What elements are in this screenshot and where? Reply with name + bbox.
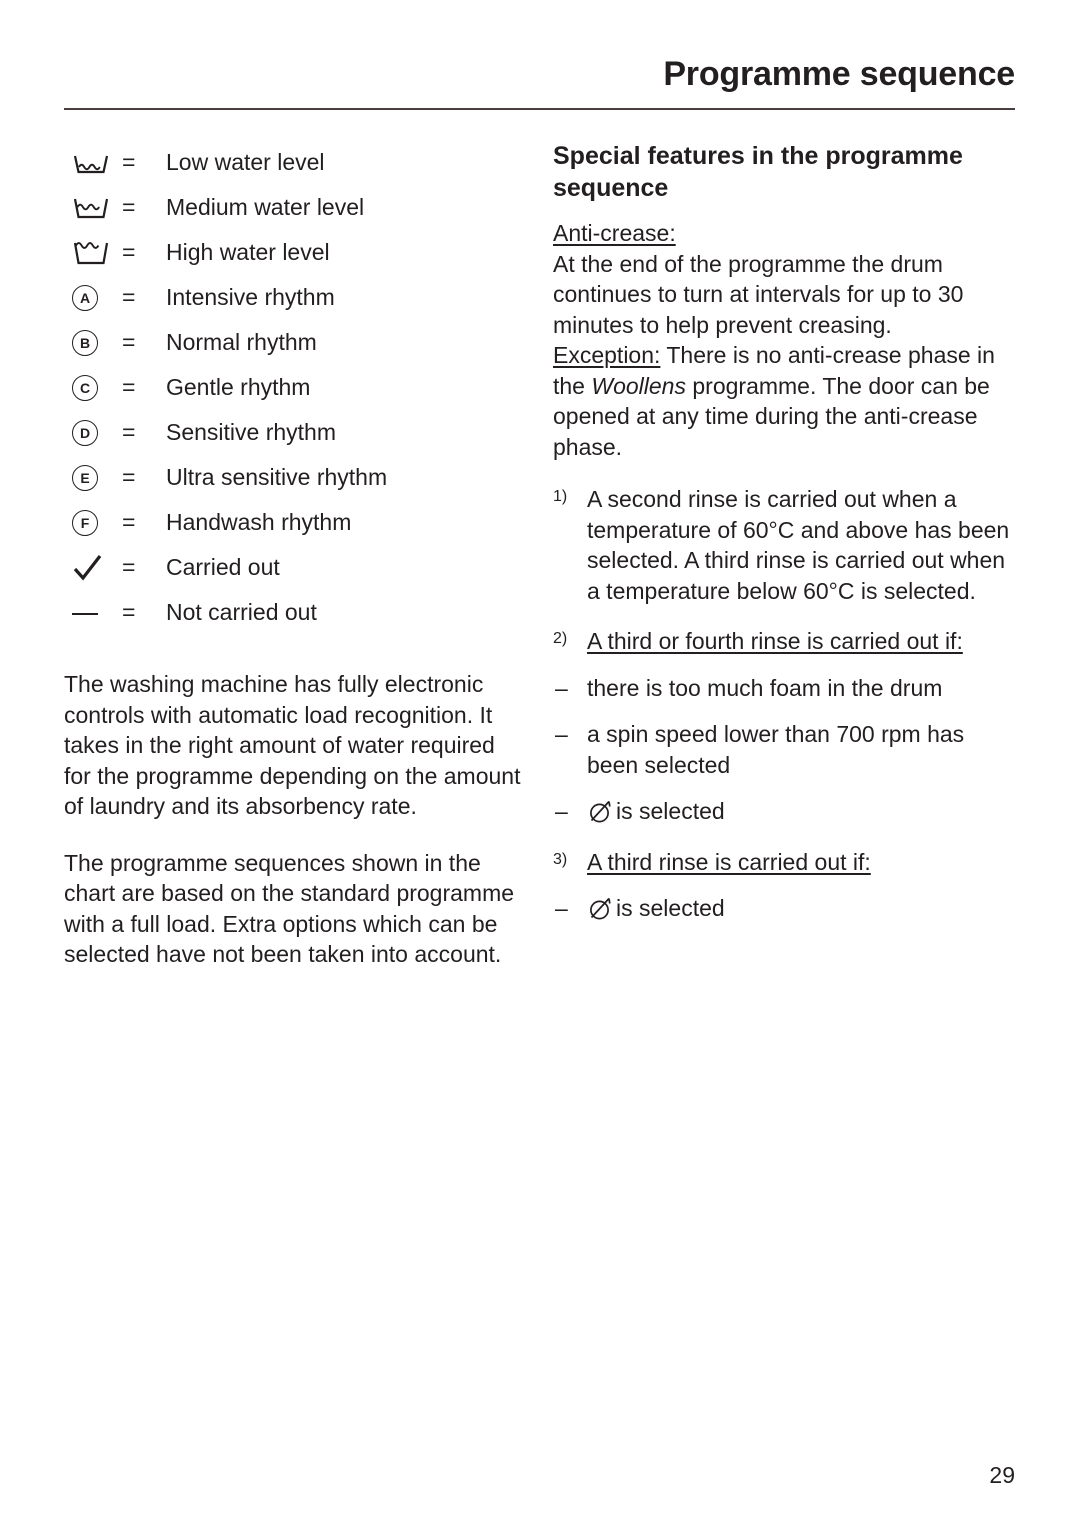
bullet-text: there is too much foam in the drum (587, 674, 943, 701)
circled-letter-a-icon: A (64, 284, 122, 311)
left-paragraph-1: The washing machine has fully electronic… (64, 671, 521, 819)
legend-row: C = Gentle rhythm (64, 365, 526, 410)
footnote-2-bullet: – there is too much foam in the drum (553, 673, 1015, 704)
footnote-marker: 1) (553, 488, 568, 505)
section-heading: Special features in the programme sequen… (553, 142, 963, 202)
legend-label: Carried out (166, 554, 280, 580)
footnote-text: A second rinse is carried out when a tem… (587, 486, 1010, 604)
legend-equals: = (122, 554, 136, 580)
footnote-1: 1) A second rinse is carried out when a … (553, 484, 1015, 606)
no-spin-icon (587, 895, 614, 922)
document-page: Programme sequence = Low water level = M… (0, 0, 1080, 1532)
legend-equals: = (122, 284, 136, 310)
right-column: Special features in the programme sequen… (553, 140, 1015, 924)
legend-label: Low water level (166, 149, 325, 175)
circled-letter-d-icon: D (64, 419, 122, 446)
legend-label: Normal rhythm (166, 329, 317, 355)
circled-letter-glyph: C (72, 374, 98, 401)
legend-label: Sensitive rhythm (166, 419, 337, 445)
legend-equals: = (122, 374, 136, 400)
legend-equals: = (122, 464, 136, 490)
circled-letter-glyph: B (72, 329, 98, 356)
exception-label: Exception: (553, 342, 661, 368)
page-title: Programme sequence (663, 55, 1015, 93)
legend-equals: = (122, 149, 136, 175)
bullet-dash: – (555, 674, 568, 701)
bullet-dash: – (555, 798, 568, 824)
legend-row: = Carried out (64, 545, 526, 590)
legend-label: Handwash rhythm (166, 509, 352, 535)
anti-crease-label: Anti-crease: (553, 220, 676, 246)
footnote-3-bullet: – is selected (553, 893, 1015, 924)
anti-crease-body: At the end of the programme the drum con… (553, 250, 964, 338)
bullet-text: a spin speed lower than 700 rpm has been… (587, 721, 965, 778)
circled-letter-glyph: F (72, 509, 98, 536)
circled-letter-b-icon: B (64, 329, 122, 356)
legend-equals: = (122, 239, 136, 265)
legend-label: Gentle rhythm (166, 374, 311, 400)
no-spin-icon (587, 798, 614, 825)
page-number: 29 (989, 1462, 1015, 1488)
footnote-heading-text: A third rinse is carried out if: (587, 848, 871, 875)
circled-letter-glyph: A (72, 284, 98, 311)
footnote-2-heading: 2) A third or fourth rinse is carried ou… (553, 626, 1015, 657)
footnote-marker: 3) (553, 850, 568, 868)
circled-letter-e-icon: E (64, 464, 122, 491)
legend-row: = Medium water level (64, 185, 526, 230)
dash-icon (64, 611, 122, 615)
high-water-level-icon (64, 239, 122, 267)
footnote-heading-text: A third or fourth rinse is carried out i… (587, 628, 963, 654)
legend-row: = Not carried out (64, 590, 526, 635)
legend-row: F = Handwash rhythm (64, 500, 526, 545)
footnote-2-bullet: – is selected (553, 796, 1015, 827)
footnote-2-bullet: – a spin speed lower than 700 rpm has be… (553, 719, 1015, 780)
legend-equals: = (122, 509, 136, 535)
legend-row: A = Intensive rhythm (64, 275, 526, 320)
legend-row: = Low water level (64, 140, 526, 185)
circled-letter-glyph: E (72, 464, 98, 491)
circled-letter-glyph: D (72, 419, 98, 446)
bullet-text: is selected (616, 798, 725, 824)
symbol-legend: = Low water level = Medium water level =… (64, 140, 526, 635)
checkmark-icon (64, 553, 122, 583)
legend-equals: = (122, 419, 136, 445)
left-column: = Low water level = Medium water level =… (64, 140, 526, 970)
left-paragraph-2: The programme sequences shown in the cha… (64, 849, 515, 968)
legend-row: D = Sensitive rhythm (64, 410, 526, 455)
legend-equals: = (122, 599, 136, 625)
low-water-level-icon (64, 149, 122, 177)
legend-equals: = (122, 194, 136, 220)
header-divider (64, 108, 1015, 110)
bullet-dash: – (555, 895, 568, 921)
legend-row: E = Ultra sensitive rhythm (64, 455, 526, 500)
footnote-3-heading: 3) A third rinse is carried out if: (553, 847, 1015, 878)
circled-letter-f-icon: F (64, 509, 122, 536)
legend-label: Ultra sensitive rhythm (166, 464, 388, 490)
bullet-dash: – (555, 721, 568, 747)
woollens-programme-name: Woollens (591, 372, 686, 399)
bullet-text: is selected (616, 895, 725, 921)
legend-label: High water level (166, 239, 330, 265)
legend-label: Not carried out (166, 599, 317, 625)
anti-crease-block: Anti-crease: At the end of the programme… (553, 218, 1015, 462)
footnote-marker: 2) (553, 630, 568, 647)
legend-label: Medium water level (166, 194, 365, 220)
legend-label: Intensive rhythm (166, 284, 335, 310)
legend-equals: = (122, 329, 136, 355)
medium-water-level-icon (64, 194, 122, 222)
circled-letter-c-icon: C (64, 374, 122, 401)
legend-row: = High water level (64, 230, 526, 275)
legend-row: B = Normal rhythm (64, 320, 526, 365)
